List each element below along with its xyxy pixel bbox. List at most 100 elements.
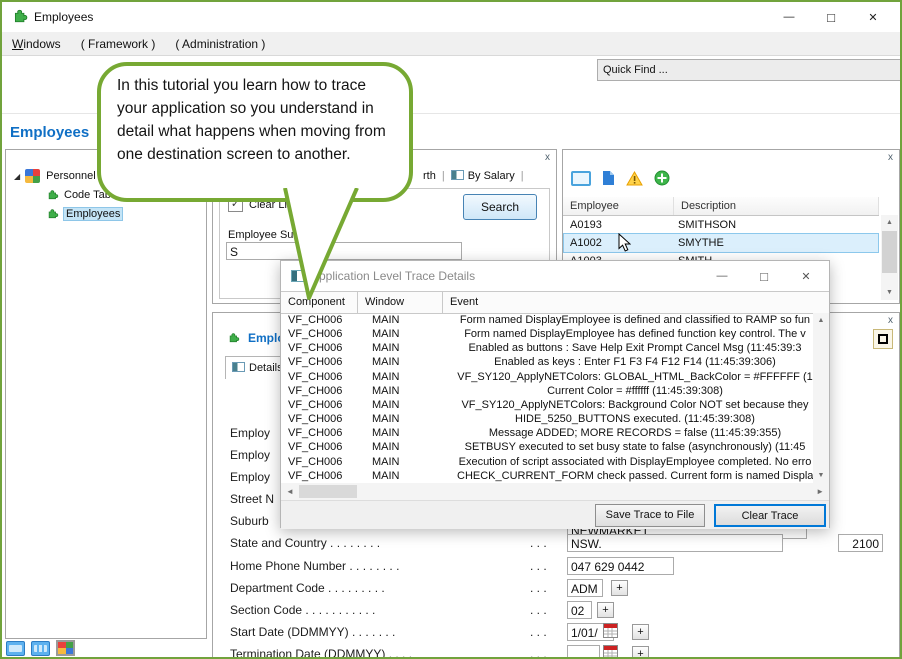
trace-row[interactable]: VF_CH006MAINForm named DisplayEmployee h…	[281, 327, 813, 341]
field-dots: . . .	[530, 559, 547, 573]
scroll-down-icon[interactable]: ▼	[881, 289, 898, 296]
list-vertical-scrollbar[interactable]: ▲ ▼	[881, 215, 898, 300]
search-button[interactable]: Search	[463, 194, 537, 220]
document-icon[interactable]	[602, 170, 615, 186]
tab-by-date-of-birth[interactable]: rth	[423, 170, 436, 182]
component-cell: VF_CH006	[281, 341, 365, 355]
save-trace-button[interactable]: Save Trace to File	[595, 504, 705, 527]
puzzle-icon	[46, 189, 60, 202]
scroll-up-icon[interactable]: ▲	[813, 313, 829, 324]
employee-id[interactable]: A0193	[564, 216, 672, 234]
scroll-down-icon[interactable]: ▼	[813, 472, 829, 479]
menu-windows[interactable]: Windows	[2, 37, 71, 51]
section-prompt-button[interactable]: +	[597, 602, 614, 618]
employee-desc[interactable]: SMYTHE	[672, 234, 878, 252]
scrollbar-thumb[interactable]	[882, 231, 897, 273]
table-row-selected[interactable]: A1002 SMYTHE	[564, 234, 878, 252]
trace-row[interactable]: VF_CH006MAINForm named DisplayEmployee i…	[281, 313, 813, 327]
trace-row[interactable]: VF_CH006MAINCHECK_CURRENT_FORM check pas…	[281, 469, 813, 483]
window-cell: MAIN	[365, 384, 457, 398]
termination-prompt-button[interactable]: +	[632, 646, 649, 659]
tree-item-label[interactable]: Personnel	[46, 170, 96, 182]
column-header-event[interactable]: Event	[443, 292, 829, 313]
tab-label[interactable]: Details	[249, 362, 283, 374]
department-prompt-button[interactable]: +	[611, 580, 628, 596]
event-cell: Enabled as buttons : Save Help Exit Prom…	[457, 341, 813, 355]
home-phone-input[interactable]: 047 629 0442	[567, 557, 674, 575]
scroll-right-icon[interactable]: ►	[816, 487, 824, 496]
trace-row[interactable]: VF_CH006MAINEnabled as keys : Enter F1 F…	[281, 355, 813, 369]
dialog-maximize-button[interactable]: □	[743, 269, 785, 284]
dialog-minimize-button[interactable]: —	[701, 270, 743, 282]
menu-administration[interactable]: ( Administration )	[165, 37, 275, 51]
trace-row[interactable]: VF_CH006MAINExecution of script associat…	[281, 455, 813, 469]
clear-trace-button[interactable]: Clear Trace	[714, 504, 826, 527]
trace-row[interactable]: VF_CH006MAINHIDE_5250_BUTTONS executed. …	[281, 412, 813, 426]
component-cell: VF_CH006	[281, 398, 365, 412]
window-cell: MAIN	[365, 355, 457, 369]
trace-row[interactable]: VF_CH006MAINCurrent Color = #ffffff (11:…	[281, 384, 813, 398]
trace-vertical-scrollbar[interactable]: ▲ ▼	[813, 313, 829, 483]
expander-icon[interactable]: ◢	[14, 172, 20, 181]
trace-horizontal-scrollbar[interactable]: ◄ ►	[281, 483, 829, 500]
tree-item-label-selected[interactable]: Employees	[64, 208, 122, 220]
minimize-button[interactable]: —	[768, 11, 810, 23]
state-country-input[interactable]: NSW.	[567, 534, 783, 552]
window-cell: MAIN	[365, 440, 457, 454]
close-button[interactable]: ✕	[852, 11, 894, 24]
form-icon[interactable]	[571, 171, 591, 186]
component-cell: VF_CH006	[281, 327, 365, 341]
termination-date-input[interactable]	[567, 645, 600, 659]
panel-close-icon[interactable]: x	[888, 316, 893, 326]
component-cell: VF_CH006	[281, 426, 365, 440]
tab-by-salary[interactable]: By Salary	[451, 170, 515, 182]
scroll-left-icon[interactable]: ◄	[286, 487, 294, 496]
menu-framework[interactable]: ( Framework )	[71, 37, 166, 51]
view-grid-icon[interactable]	[31, 641, 50, 656]
view-layout-icon[interactable]	[6, 641, 25, 656]
event-cell: HIDE_5250_BUTTONS executed. (11:45:39:30…	[457, 412, 813, 426]
dialog-close-button[interactable]: ✕	[785, 270, 827, 283]
trace-row[interactable]: VF_CH006MAINEnabled as buttons : Save He…	[281, 341, 813, 355]
view-colors-icon[interactable]	[56, 640, 75, 656]
trace-row[interactable]: VF_CH006MAINVF_SY120_ApplyNETColors: GLO…	[281, 370, 813, 384]
tree-item-code-tables[interactable]: Code Tab	[46, 187, 111, 203]
window-cell: MAIN	[365, 313, 457, 327]
field-label: Start Date (DDMMYY) . . . . . . .	[230, 625, 395, 639]
component-cell: VF_CH006	[281, 412, 365, 426]
column-header-description[interactable]: Description	[674, 197, 879, 215]
column-header-window[interactable]: Window	[358, 292, 443, 313]
column-header-employee[interactable]: Employee	[563, 197, 674, 215]
panel-close-icon[interactable]: x	[888, 153, 893, 163]
tutorial-callout: In this tutorial you learn how to trace …	[97, 62, 413, 202]
maximize-panel-icon[interactable]	[873, 329, 893, 349]
calendar-icon[interactable]	[603, 645, 618, 659]
callout-tail	[260, 188, 370, 303]
start-date-prompt-button[interactable]: +	[632, 624, 649, 640]
scroll-up-icon[interactable]: ▲	[881, 215, 898, 226]
trace-row[interactable]: VF_CH006MAINSETBUSY executed to set busy…	[281, 440, 813, 454]
employee-desc[interactable]: SMITHSON	[672, 216, 878, 234]
trace-row[interactable]: VF_CH006MAINVF_SY120_ApplyNETColors: Bac…	[281, 398, 813, 412]
department-code-input[interactable]: ADM	[567, 579, 603, 597]
table-row[interactable]: A0193 SMITHSON	[564, 216, 878, 234]
postcode-input[interactable]: 2100	[838, 534, 883, 552]
component-cell: VF_CH006	[281, 370, 365, 384]
field-label: Street N	[230, 492, 274, 506]
trace-row[interactable]: VF_CH006MAINMessage ADDED; MORE RECORDS …	[281, 426, 813, 440]
tab-label[interactable]: By Salary	[468, 170, 515, 182]
tree-item-personnel[interactable]: ◢ Personnel	[14, 168, 96, 184]
quick-find-input[interactable]: Quick Find ...	[597, 59, 902, 81]
mouse-cursor	[618, 233, 631, 252]
maximize-button[interactable]: □	[810, 10, 852, 25]
panel-close-icon[interactable]: x	[545, 153, 550, 163]
scrollbar-thumb[interactable]	[299, 485, 357, 498]
add-icon[interactable]	[654, 170, 670, 186]
calendar-icon[interactable]	[603, 623, 618, 638]
component-cell: VF_CH006	[281, 355, 365, 369]
tree-item-employees[interactable]: Employees	[46, 206, 122, 222]
warning-icon[interactable]	[626, 171, 643, 186]
event-cell: Current Color = #ffffff (11:45:39:308)	[457, 384, 813, 398]
section-code-input[interactable]: 02	[567, 601, 592, 619]
field-label: Termination Date (DDMMYY) . . . .	[230, 647, 412, 659]
